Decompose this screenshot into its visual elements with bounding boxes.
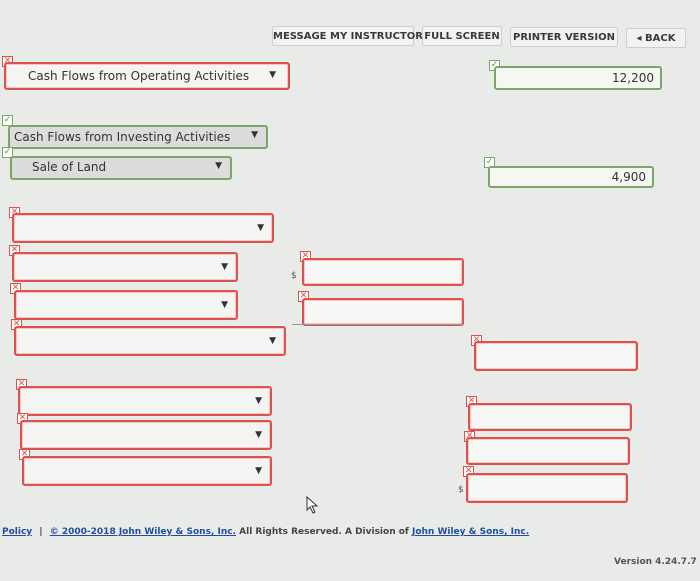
line-amount-input-1[interactable] [302,258,464,286]
caret-down-icon: ▼ [221,300,228,310]
back-label: BACK [645,33,676,44]
caret-down-icon: ▼ [221,262,228,272]
line-item-select-5[interactable]: ▼ [18,386,272,416]
operating-activities-select[interactable]: Cash Flows from Operating Activities ▼ [4,62,290,90]
caret-down-icon: ▼ [255,430,262,440]
select-label: Sale of Land [32,160,107,174]
currency-symbol: $ [291,271,297,281]
line-amount-input-3[interactable] [474,341,638,371]
line-item-select-1[interactable]: ▼ [12,213,274,243]
line-amount-input-4[interactable] [468,403,632,431]
version-text: Version 4.24.7.7 [614,557,697,567]
operating-amount-input[interactable]: 12,200 [494,66,662,90]
footer-separator: | [39,527,43,537]
line-item-select-6[interactable]: ▼ [20,420,272,450]
copyright-link[interactable]: © 2000-2018 John Wiley & Sons, Inc. [50,527,236,537]
caret-down-icon: ▼ [269,70,276,80]
mouse-pointer-icon [306,496,319,514]
line-item-select-4[interactable]: ▼ [14,326,286,356]
line-item-select-7[interactable]: ▼ [22,456,272,486]
select-label: Cash Flows from Investing Activities [14,130,231,144]
select-label: Cash Flows from Operating Activities [28,69,250,83]
caret-down-icon: ▼ [215,161,222,171]
investing-activities-select[interactable]: Cash Flows from Investing Activities ▼ [8,125,268,149]
sale-of-land-select[interactable]: Sale of Land ▼ [10,156,232,180]
caret-down-icon: ▼ [269,336,276,346]
sale-of-land-amount-input[interactable]: 4,900 [488,166,654,188]
triangle-left-icon: ◂ [636,33,642,44]
caret-down-icon: ▼ [257,223,264,233]
line-item-select-2[interactable]: ▼ [12,252,238,282]
company-link[interactable]: John Wiley & Sons, Inc. [412,527,529,537]
currency-symbol: $ [458,485,464,495]
policy-link[interactable]: Policy [2,527,32,537]
caret-down-icon: ▼ [255,396,262,406]
printer-version-button[interactable]: PRINTER VERSION [510,27,618,47]
footer: Policy | © 2000-2018 John Wiley & Sons, … [2,527,529,537]
message-instructor-button[interactable]: MESSAGE MY INSTRUCTOR [272,26,423,46]
full-screen-button[interactable]: FULL SCREEN [422,26,502,46]
rights-text: All Rights Reserved. A Division of [239,527,409,537]
caret-down-icon: ▼ [251,130,258,140]
line-item-select-3[interactable]: ▼ [14,290,238,320]
line-amount-input-6[interactable] [466,473,628,503]
line-amount-input-2[interactable] [302,298,464,326]
back-button[interactable]: ◂ BACK [626,28,686,48]
subtotal-underline [292,324,464,325]
line-amount-input-5[interactable] [466,437,630,465]
caret-down-icon: ▼ [255,466,262,476]
